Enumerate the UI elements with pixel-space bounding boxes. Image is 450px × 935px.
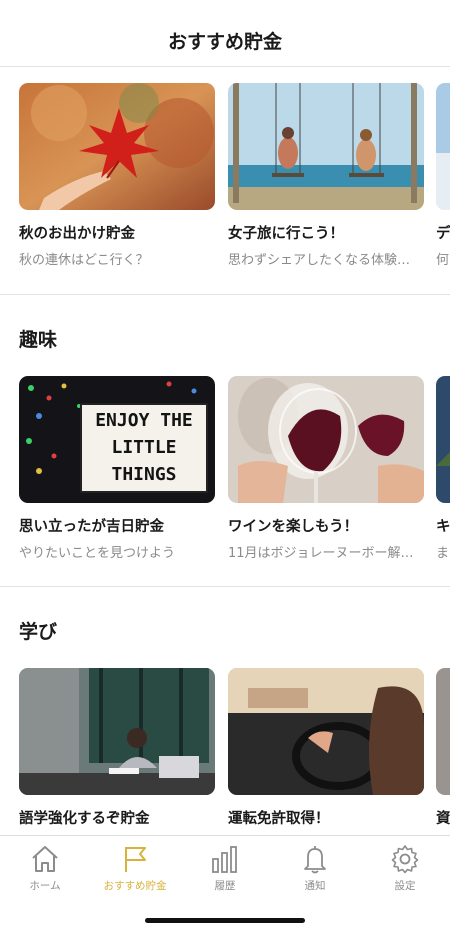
beach-swing-photo <box>228 83 424 210</box>
card-subtitle: 秋の連休はどこ行く？ <box>19 253 149 268</box>
card-title: デ <box>436 226 450 242</box>
carousel-hobby[interactable]: ENJOY THE LITTLE THINGS 思い立ったが吉日貯金 やりたいことを… <box>19 376 450 576</box>
carousel-learning[interactable]: 語学強化するぞ貯金 運転免許取得！ 資 <box>19 668 450 835</box>
mountain-photo <box>436 376 450 503</box>
autumn-leaf-photo <box>19 83 215 210</box>
flag-icon <box>125 847 146 872</box>
section-divider <box>0 586 450 587</box>
sky-photo <box>436 83 450 210</box>
tab-label: ホーム <box>29 880 61 892</box>
card-subtitle: やりたいことを見つけよう <box>19 546 176 561</box>
card-title: キ <box>436 519 450 535</box>
tab-home[interactable]: ホーム <box>0 844 90 900</box>
tab-label: 通知 <box>304 880 326 892</box>
content-scroll[interactable]: 秋のお出かけ貯金 秋の連休はどこ行く？ 女子旅に行こう！ 思わずシェアしたくなる… <box>0 68 450 835</box>
bar-chart-icon <box>212 846 237 873</box>
header: おすすめ貯金 <box>0 0 450 67</box>
tab-label: 履歴 <box>214 880 236 892</box>
tab-recommended[interactable]: おすすめ貯金 <box>90 844 180 900</box>
sign-text-line: THINGS <box>111 464 176 485</box>
tab-history[interactable]: 履歴 <box>180 844 270 900</box>
card-title: 資 <box>436 811 450 827</box>
card-title: 秋のお出かけ貯金 <box>19 226 135 242</box>
wine-toast-photo <box>228 376 424 503</box>
tab-label: おすすめ貯金 <box>103 880 167 892</box>
lightbox-sign-photo: ENJOY THE LITTLE THINGS <box>19 376 215 503</box>
gear-icon <box>391 845 419 874</box>
card-title: 運転免許取得！ <box>228 811 330 827</box>
card-title: 思い立ったが吉日貯金 <box>19 519 164 535</box>
section-title-learning: 学び <box>19 621 58 643</box>
partial-photo <box>436 668 450 795</box>
bell-icon <box>304 846 326 874</box>
section-divider <box>0 294 450 295</box>
card-title: 女子旅に行こう！ <box>228 226 344 242</box>
study-desk-photo <box>19 668 215 795</box>
card-subtitle: 思わずシェアしたくなる体験… <box>228 253 411 268</box>
carousel-featured[interactable]: 秋のお出かけ貯金 秋の連休はどこ行く？ 女子旅に行こう！ 思わずシェアしたくなる… <box>19 83 450 283</box>
sign-text-line: LITTLE <box>111 437 176 458</box>
card-subtitle: ま <box>436 546 450 561</box>
card-title: 語学強化するぞ貯金 <box>19 811 150 827</box>
card-title: ワインを楽しもう！ <box>228 519 359 535</box>
tab-notifications[interactable]: 通知 <box>270 844 360 900</box>
home-icon <box>32 846 58 872</box>
home-indicator <box>145 918 305 923</box>
card-subtitle: 11月はボジョレーヌーボー解… <box>228 546 414 561</box>
page-title: おすすめ貯金 <box>167 31 282 53</box>
tab-settings[interactable]: 設定 <box>360 844 450 900</box>
section-title-hobby: 趣味 <box>19 329 58 351</box>
tab-label: 設定 <box>394 880 416 892</box>
card-subtitle: 何 <box>436 253 450 268</box>
driving-photo <box>228 668 424 795</box>
sign-text-line: ENJOY THE <box>95 410 193 431</box>
